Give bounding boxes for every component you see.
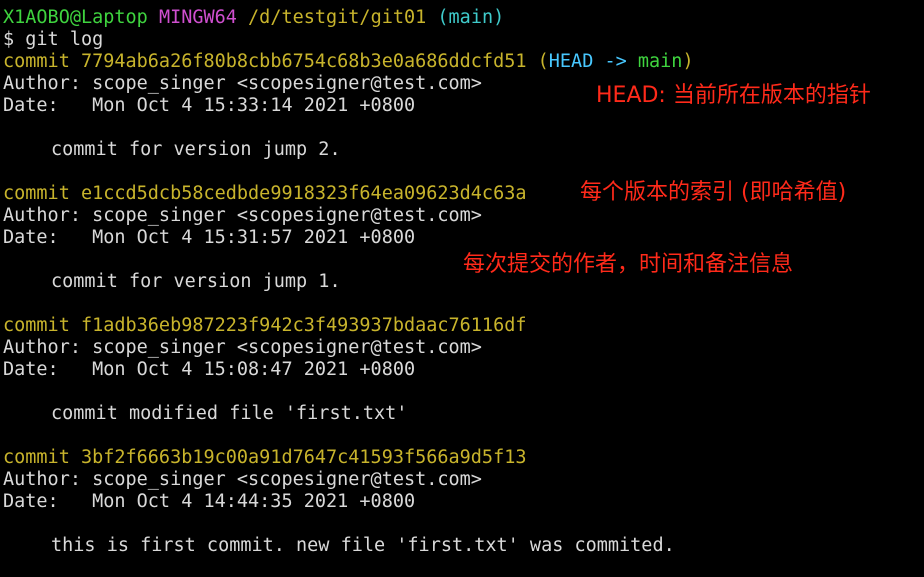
commit-keyword: commit (3, 183, 70, 204)
commit-message: this is first commit. new file 'first.tx… (51, 535, 675, 556)
commit-keyword: commit (3, 51, 70, 72)
ref-branch: main (637, 51, 683, 72)
command-line: $ git log (3, 29, 104, 50)
commit-message: commit modified file 'first.txt' (51, 403, 408, 424)
annotation-commit-index: 每个版本的索引 (即哈希值) (580, 180, 847, 205)
commit-line: commit 3bf2f6663b19c00a91d7647c41593f566… (3, 447, 918, 469)
commit-keyword: commit (3, 315, 70, 336)
annotation-head-pointer: HEAD: 当前所在版本的指针 (596, 83, 871, 108)
commit-line: commit 7794ab6a26f80b8cbb6754c68b3e0a686… (3, 51, 918, 73)
date-line: Date: Mon Oct 4 15:31:57 2021 +0800 (3, 227, 416, 248)
ref-open: ( (537, 51, 549, 72)
commit-line: commit f1adb36eb987223f942c3f493937bdaac… (3, 315, 918, 337)
prompt-branch: (main) (437, 7, 505, 28)
prompt-user-host: X1AOBO@Laptop (3, 7, 148, 28)
commit-hash: 3bf2f6663b19c00a91d7647c41593f566a9d5f13 (80, 447, 527, 468)
author-line: Author: scope_singer <scopesigner@test.c… (3, 205, 482, 226)
date-line: Date: Mon Oct 4 15:08:47 2021 +0800 (3, 359, 416, 380)
prompt-line: X1AOBO@Laptop MINGW64 /d/testgit/git01 (… (3, 7, 918, 29)
prompt-path: /d/testgit/git01 (248, 7, 427, 28)
prompt-shell: MINGW64 (158, 7, 237, 28)
ref-close: ) (682, 51, 694, 72)
author-line: Author: scope_singer <scopesigner@test.c… (3, 469, 482, 490)
commit-message: commit for version jump 2. (51, 139, 341, 160)
date-line: Date: Mon Oct 4 14:44:35 2021 +0800 (3, 491, 416, 512)
commit-keyword: commit (3, 447, 70, 468)
annotation-commit-info: 每次提交的作者，时间和备注信息 (463, 252, 794, 277)
ref-head: HEAD -> (548, 51, 638, 72)
commit-hash: e1ccd5dcb58cedbde9918323f64ea09623d4c63a (80, 183, 527, 204)
commit-hash: 7794ab6a26f80b8cbb6754c68b3e0a686ddcfd51 (80, 51, 527, 72)
author-line: Author: scope_singer <scopesigner@test.c… (3, 337, 482, 358)
commit-hash: f1adb36eb987223f942c3f493937bdaac76116df (80, 315, 527, 336)
